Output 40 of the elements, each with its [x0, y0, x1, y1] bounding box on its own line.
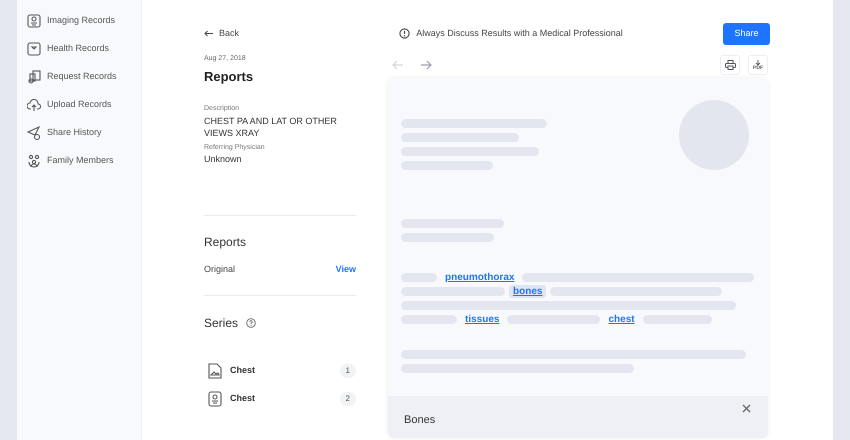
report-name: Original	[204, 263, 236, 276]
forward-arrow-icon[interactable]	[420, 60, 432, 70]
image-scan-icon	[208, 390, 222, 406]
term-link[interactable]: chest	[604, 312, 639, 326]
field-value: Unknown	[204, 153, 243, 165]
image-scan-icon	[27, 14, 41, 28]
share-button[interactable]: Share	[723, 22, 770, 44]
series-name[interactable]: Chest	[230, 364, 340, 378]
people-icon	[27, 154, 41, 168]
alert-icon	[399, 28, 410, 39]
series-name[interactable]: Chest	[230, 392, 340, 406]
print-button[interactable]	[720, 55, 740, 75]
section-heading: Series	[204, 314, 238, 332]
sidebar-item[interactable]: Family Members	[47, 154, 114, 168]
close-button[interactable]	[742, 404, 752, 414]
notice-text: Always Discuss Results with a Medical Professional	[416, 26, 623, 40]
document-stack-icon	[27, 70, 41, 84]
popup-title: Bones	[404, 413, 436, 428]
image-file-icon	[208, 362, 222, 378]
sidebar-item[interactable]: Request Records	[47, 70, 117, 84]
count-badge: 1	[340, 364, 356, 378]
help-icon[interactable]	[246, 318, 256, 328]
printer-icon	[724, 60, 736, 70]
sidebar-item[interactable]: Health Records	[47, 42, 110, 56]
term-link[interactable]: pneumothorax	[441, 270, 518, 284]
section-heading: Reports	[204, 234, 248, 251]
field-value: CHEST PA AND LAT OR OTHER VIEWS XRAY	[204, 114, 338, 138]
close-icon	[742, 404, 751, 413]
term-link[interactable]: tissues	[461, 312, 504, 326]
sidebar-item[interactable]: Upload Records	[47, 98, 112, 112]
cloud-upload-icon	[27, 98, 41, 112]
back-arrow-icon	[204, 30, 213, 37]
back-link[interactable]: Back	[204, 26, 240, 40]
count-badge: 2	[340, 392, 356, 406]
view-link[interactable]: View	[336, 263, 356, 276]
sidebar-item[interactable]: Imaging Records	[47, 14, 116, 28]
download-arrow-icon	[755, 60, 761, 66]
study-title: Reports	[204, 68, 254, 86]
sidebar-item[interactable]: Share History	[47, 126, 102, 140]
send-clock-icon	[27, 126, 41, 140]
